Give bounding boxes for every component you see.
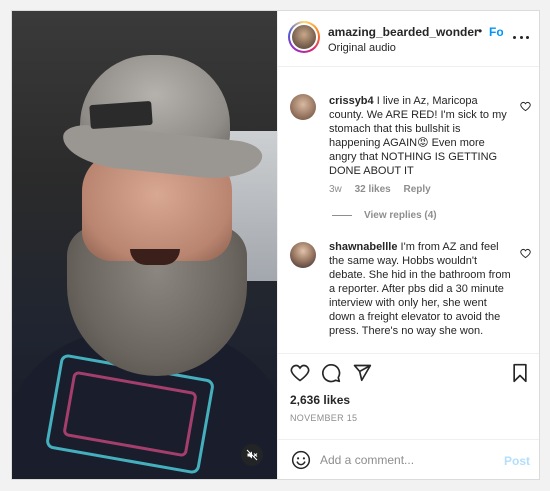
audio-label[interactable]: Original audio <box>328 42 396 54</box>
commenter-avatar[interactable] <box>290 94 316 120</box>
muted-speaker-icon <box>246 449 258 461</box>
likes-count[interactable]: 2,636 likes <box>290 393 350 407</box>
view-replies-button[interactable]: View replies (4) <box>332 210 437 221</box>
window-frame: amazing_bearded_wonder • Follow Original… <box>0 0 550 491</box>
heart-icon[interactable] <box>520 248 531 259</box>
avatar-ring-inner <box>290 23 318 51</box>
post-card: amazing_bearded_wonder • Follow Original… <box>11 10 540 480</box>
comments-list[interactable]: crissyb4 I live in Az, Maricopa county. … <box>278 67 539 353</box>
comment-body: shawnabellle I'm from AZ and feel the sa… <box>329 240 514 338</box>
follow-button[interactable]: Follow <box>489 25 503 39</box>
more-dot <box>513 35 516 39</box>
add-comment-bar: Post <box>278 439 539 479</box>
heart-icon[interactable] <box>290 363 310 383</box>
post-video[interactable] <box>12 11 277 479</box>
comment-text: I'm from AZ and feel the same way. Hobbs… <box>329 241 511 337</box>
heart-icon[interactable] <box>520 101 531 112</box>
commenter-avatar[interactable] <box>290 242 316 268</box>
comment-likes[interactable]: 32 likes <box>355 184 391 195</box>
reply-button[interactable]: Reply <box>404 184 431 195</box>
replies-line <box>332 215 352 216</box>
post-comment-button[interactable]: Post <box>504 454 530 468</box>
more-options-icon[interactable] <box>513 29 529 45</box>
comment-username[interactable]: shawnabellle <box>329 241 397 253</box>
comment-icon[interactable] <box>321 363 341 383</box>
comment-body: crissyb4 I live in Az, Maricopa county. … <box>329 94 514 178</box>
post-details-panel: amazing_bearded_wonder • Follow Original… <box>277 11 539 479</box>
post-header: amazing_bearded_wonder • Follow Original… <box>278 11 539 67</box>
share-icon[interactable] <box>352 363 372 383</box>
comment-meta: 3w 32 likes Reply <box>329 184 441 195</box>
post-date: NOVEMBER 15 <box>290 413 358 423</box>
bookmark-icon[interactable] <box>510 363 530 383</box>
view-replies-label: View replies (4) <box>364 210 437 221</box>
comment-input[interactable] <box>320 450 490 470</box>
header-separator: • <box>478 24 483 38</box>
post-actions <box>278 353 539 390</box>
avatar-image <box>292 25 316 49</box>
video-cap-patch <box>89 100 153 130</box>
comment-text: I live in Az, Maricopa county. We ARE RE… <box>329 95 507 177</box>
comment-username[interactable]: crissyb4 <box>329 95 374 107</box>
emoji-icon[interactable] <box>291 450 311 470</box>
author-avatar[interactable] <box>288 21 320 53</box>
mute-button[interactable] <box>241 444 263 466</box>
more-dot <box>526 35 529 39</box>
author-username[interactable]: amazing_bearded_wonder <box>328 25 479 39</box>
more-dot <box>519 35 523 39</box>
comment-time: 3w <box>329 184 342 195</box>
